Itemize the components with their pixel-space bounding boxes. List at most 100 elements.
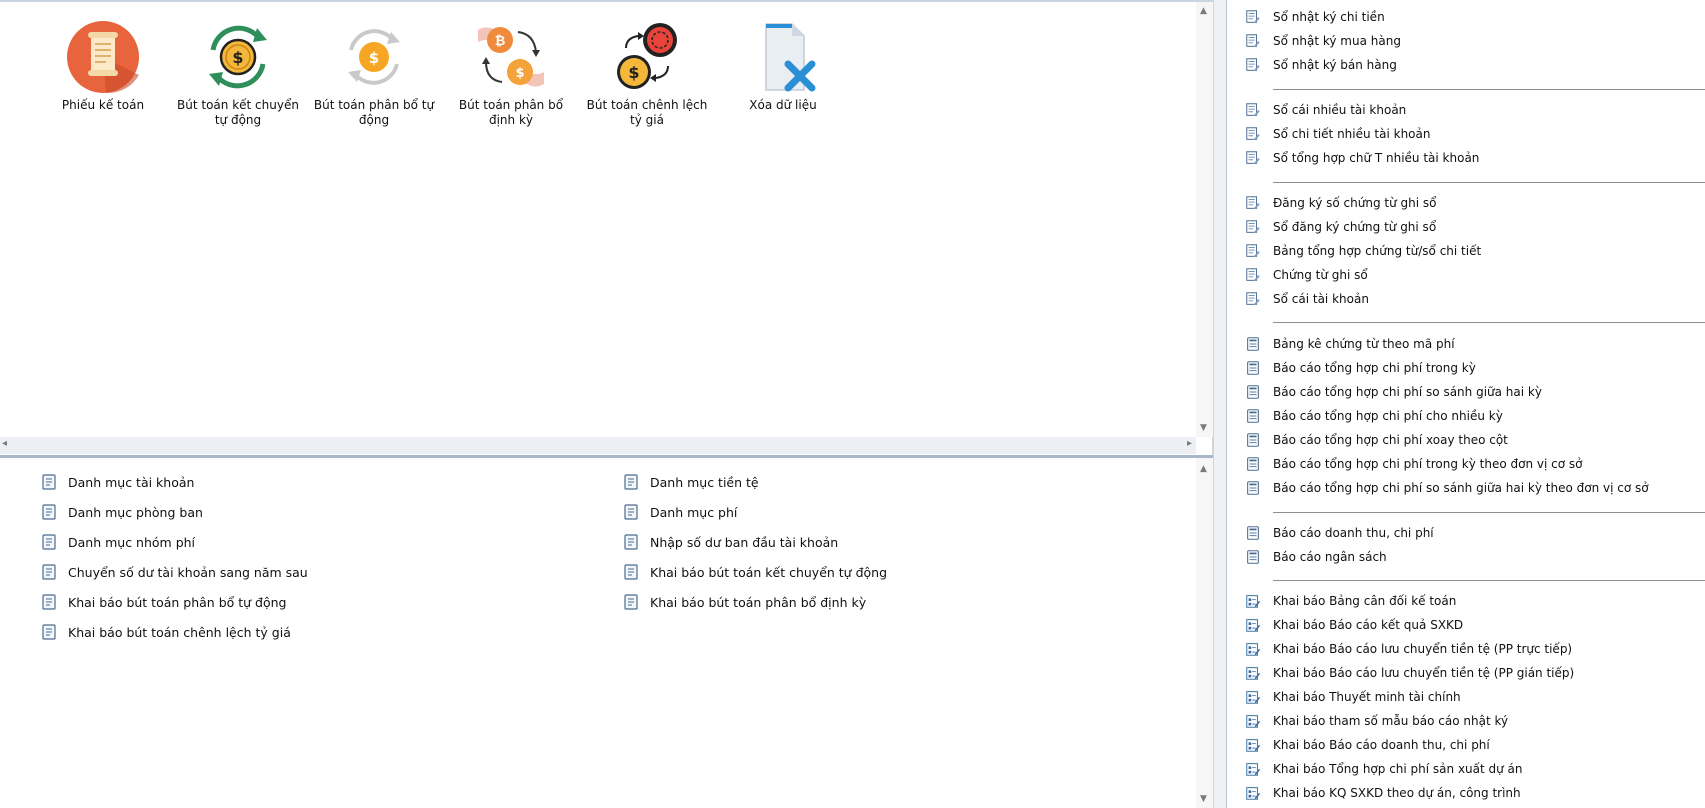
catalog-item-chuyen-so-du-tai-khoan-sang-nam-sau[interactable]: Chuyển số dư tài khoản sang năm sau <box>40 561 308 583</box>
catalog-item-danh-muc-tien-te[interactable]: Danh mục tiền tệ <box>622 471 759 493</box>
report-item-bao-cao-tong-hop-chi-phi-so-sanh-giua-hai-ky[interactable]: Báo cáo tổng hợp chi phí so sánh giữa ha… <box>1245 381 1542 403</box>
report-item-khai-bao-bang-can-doi-ke-toan[interactable]: Khai báo Bảng cân đối kế toán <box>1245 590 1456 612</box>
catalog-item-khai-bao-but-toan-phan-bo-dinh-ky[interactable]: Khai báo bút toán phân bổ định kỳ <box>622 591 866 613</box>
report-item-label: Sổ chi tiết nhiều tài khoản <box>1273 127 1431 141</box>
report-icon <box>1247 409 1259 423</box>
catalog-item-danh-muc-phong-ban[interactable]: Danh mục phòng ban <box>40 501 203 523</box>
report-item-dang-ky-so-chung-tu-ghi-so[interactable]: Đăng ký số chứng từ ghi sổ <box>1245 192 1436 214</box>
catalog-item-nhap-so-du-ban-dau-tai-khoan[interactable]: Nhập số dư ban đầu tài khoản <box>622 531 838 553</box>
top-vertical-scrollbar[interactable]: ▲ ▼ <box>1196 2 1213 437</box>
catalog-item-label: Khai báo bút toán phân bổ tự động <box>68 594 287 610</box>
report-item-label: Báo cáo tổng hợp chi phí trong kỳ <box>1273 361 1476 375</box>
catalog-item-danh-muc-nhom-phi[interactable]: Danh mục nhóm phí <box>40 531 195 553</box>
report-item-bao-cao-tong-hop-chi-phi-trong-ky-theo-don-vi-co-so[interactable]: Báo cáo tổng hợp chi phí trong kỳ theo đ… <box>1245 453 1582 475</box>
coin-cycle-grey-icon: $ <box>348 29 400 85</box>
catalog-icon <box>624 474 638 490</box>
quick-action-label: Xóa dữ liệu <box>749 98 817 112</box>
report-item-bao-cao-ngan-sach[interactable]: Báo cáo ngân sách <box>1245 546 1387 568</box>
report-item-so-tong-hop-chu-t-nhieu-tai-khoan[interactable]: Sổ tổng hợp chữ T nhiều tài khoản <box>1245 147 1479 169</box>
report-item-bao-cao-tong-hop-chi-phi-so-sanh-giua-hai-ky-theo-don-vi-co-so[interactable]: Báo cáo tổng hợp chi phí so sánh giữa ha… <box>1245 477 1649 499</box>
report-item-label: Sổ nhật ký mua hàng <box>1273 34 1401 48</box>
svg-text:$: $ <box>232 48 243 67</box>
report-item-bao-cao-tong-hop-chi-phi-trong-ky[interactable]: Báo cáo tổng hợp chi phí trong kỳ <box>1245 357 1476 379</box>
book-icon <box>1246 127 1260 141</box>
report-item-label: Báo cáo doanh thu, chi phí <box>1273 526 1434 540</box>
catalog-icon <box>624 564 638 580</box>
report-item-so-nhat-ky-ban-hang[interactable]: Sổ nhật ký bán hàng <box>1245 54 1397 76</box>
report-item-label: Báo cáo tổng hợp chi phí so sánh giữa ha… <box>1273 385 1542 399</box>
report-item-so-nhat-ky-mua-hang[interactable]: Sổ nhật ký mua hàng <box>1245 30 1401 52</box>
book-icon <box>1246 151 1260 165</box>
catalog-item-khai-bao-but-toan-phan-bo-tu-dong[interactable]: Khai báo bút toán phân bổ tự động <box>40 591 286 613</box>
report-item-khai-bao-thuyet-minh-tai-chinh[interactable]: Khai báo Thuyết minh tài chính <box>1245 686 1461 708</box>
report-item-khai-bao-kq-sxkd-theo-du-an-cong-trinh[interactable]: Khai báo KQ SXKD theo dự án, công trình <box>1245 782 1521 804</box>
book-icon <box>1246 244 1260 258</box>
report-item-so-cai-tai-khoan[interactable]: Sổ cái tài khoản <box>1245 288 1369 310</box>
quick-action-label: Bút toán phân bổ định kỳ <box>458 98 564 127</box>
scroll-up-icon[interactable]: ▲ <box>1200 464 1207 474</box>
group-separator <box>1273 580 1705 581</box>
report-item-khai-bao-bao-cao-luu-chuyen-tien-te-pp-gian-tiep[interactable]: Khai báo Báo cáo lưu chuyển tiền tệ (PP … <box>1245 662 1574 684</box>
catalog-item-khai-bao-but-toan-ket-chuyen-tu-dong[interactable]: Khai báo bút toán kết chuyển tự động <box>622 561 887 583</box>
report-item-bang-tong-hop-chung-tu-so-chi-tiet[interactable]: Bảng tổng hợp chứng từ/sổ chi tiết <box>1245 240 1481 262</box>
report-item-bao-cao-doanh-thu-chi-phi[interactable]: Báo cáo doanh thu, chi phí <box>1245 522 1434 544</box>
report-item-so-cai-nhieu-tai-khoan[interactable]: Sổ cái nhiều tài khoản <box>1245 99 1406 121</box>
report-item-khai-bao-bao-cao-ket-qua-sxkd[interactable]: Khai báo Báo cáo kết quả SXKD <box>1245 614 1463 636</box>
report-item-label: Sổ đăng ký chứng từ ghi sổ <box>1273 220 1437 234</box>
catalog-icon <box>42 534 56 550</box>
book-icon <box>1246 292 1260 306</box>
report-item-khai-bao-tham-so-mau-bao-cao-nhat-ky[interactable]: Khai báo tham số mẫu báo cáo nhật ký <box>1245 710 1508 732</box>
quick-action-auto-transfer[interactable]: $ Bút toán kết chuyển tự động <box>173 20 303 128</box>
report-item-khai-bao-bao-cao-luu-chuyen-tien-te-pp-truc-tiep[interactable]: Khai báo Báo cáo lưu chuyển tiền tệ (PP … <box>1245 638 1572 660</box>
report-item-bao-cao-tong-hop-chi-phi-xoay-theo-cot[interactable]: Báo cáo tổng hợp chi phí xoay theo cột <box>1245 429 1508 451</box>
group-separator <box>1273 182 1705 183</box>
scroll-up-icon[interactable]: ▲ <box>1200 6 1207 16</box>
top-horizontal-scrollbar[interactable]: ◂ ▸ <box>0 437 1196 454</box>
report-item-label: Khai báo Báo cáo lưu chuyển tiền tệ (PP … <box>1273 642 1573 656</box>
report-icon <box>1247 550 1259 564</box>
report-item-bang-ke-chung-tu-theo-ma-phi[interactable]: Bảng kê chứng từ theo mã phí <box>1245 333 1455 355</box>
setup-icon <box>1246 739 1261 752</box>
report-item-label: Sổ nhật ký chi tiền <box>1273 10 1385 24</box>
catalog-icon <box>42 474 56 490</box>
catalog-panel: Danh mục tài khoản Danh mục phòng ban Danh… <box>0 458 1213 808</box>
report-item-label: Khai báo KQ SXKD theo dự án, công trình <box>1273 786 1521 800</box>
book-icon <box>1246 220 1260 234</box>
report-item-so-nhat-ky-chi-tien[interactable]: Sổ nhật ký chi tiền <box>1245 6 1385 28</box>
setup-icon <box>1246 691 1261 704</box>
report-item-chung-tu-ghi-so[interactable]: Chứng từ ghi sổ <box>1245 264 1368 286</box>
report-item-label: Khai báo Báo cáo lưu chuyển tiền tệ (PP … <box>1273 666 1575 680</box>
right-panel-splitter[interactable] <box>1213 0 1227 808</box>
catalog-item-label: Chuyển số dư tài khoản sang năm sau <box>68 564 308 580</box>
report-item-khai-bao-tong-hop-chi-phi-san-xuat-du-an[interactable]: Khai báo Tổng hợp chi phí sản xuất dự án <box>1245 758 1523 780</box>
bottom-vertical-scrollbar[interactable]: ▲ ▼ <box>1196 458 1213 808</box>
quick-action-exchange-difference[interactable]: $ Bút toán chênh lệch tỷ giá <box>582 20 712 128</box>
report-item-label: Bảng kê chứng từ theo mã phí <box>1273 337 1455 351</box>
top-border <box>0 0 1213 2</box>
report-icon <box>1247 457 1259 471</box>
setup-icon <box>1246 643 1261 656</box>
catalog-item-label: Danh mục tài khoản <box>68 474 195 490</box>
scroll-left-icon[interactable]: ◂ <box>2 438 7 449</box>
catalog-item-khai-bao-but-toan-chenh-lech-ty-gia[interactable]: Khai báo bút toán chênh lệch tỷ giá <box>40 621 291 643</box>
catalog-item-label: Khai báo bút toán chênh lệch tỷ giá <box>68 624 291 640</box>
report-item-bao-cao-tong-hop-chi-phi-cho-nhieu-ky[interactable]: Báo cáo tổng hợp chi phí cho nhiều kỳ <box>1245 405 1503 427</box>
report-item-label: Khai báo Thuyết minh tài chính <box>1273 690 1461 704</box>
report-item-so-dang-ky-chung-tu-ghi-so[interactable]: Sổ đăng ký chứng từ ghi sổ <box>1245 216 1436 238</box>
scroll-right-icon[interactable]: ▸ <box>1187 438 1192 449</box>
quick-action-periodic-allocation[interactable]: ₿ $ Bút toán phân bổ định kỳ <box>446 20 576 128</box>
book-icon <box>1246 58 1260 72</box>
scroll-down-icon[interactable]: ▼ <box>1200 423 1207 433</box>
quick-action-label: Bút toán chênh lệch tỷ giá <box>586 98 708 127</box>
catalog-item-danh-muc-tai-khoan[interactable]: Danh mục tài khoản <box>40 471 194 493</box>
quick-action-accounting-voucher[interactable]: Phiếu kế toán <box>38 20 168 113</box>
book-icon <box>1246 10 1260 24</box>
quick-action-auto-allocation[interactable]: $ Bút toán phân bổ tự động <box>309 20 439 128</box>
svg-text:$: $ <box>515 66 524 81</box>
report-item-so-chi-tiet-nhieu-tai-khoan[interactable]: Sổ chi tiết nhiều tài khoản <box>1245 123 1430 145</box>
delete-document-icon <box>765 23 816 92</box>
report-item-khai-bao-bao-cao-doanh-thu-chi-phi[interactable]: Khai báo Báo cáo doanh thu, chi phí <box>1245 734 1490 756</box>
scroll-down-icon[interactable]: ▼ <box>1200 794 1207 804</box>
catalog-item-danh-muc-phi[interactable]: Danh mục phí <box>622 501 737 523</box>
quick-action-delete-data[interactable]: Xóa dữ liệu <box>718 20 848 113</box>
